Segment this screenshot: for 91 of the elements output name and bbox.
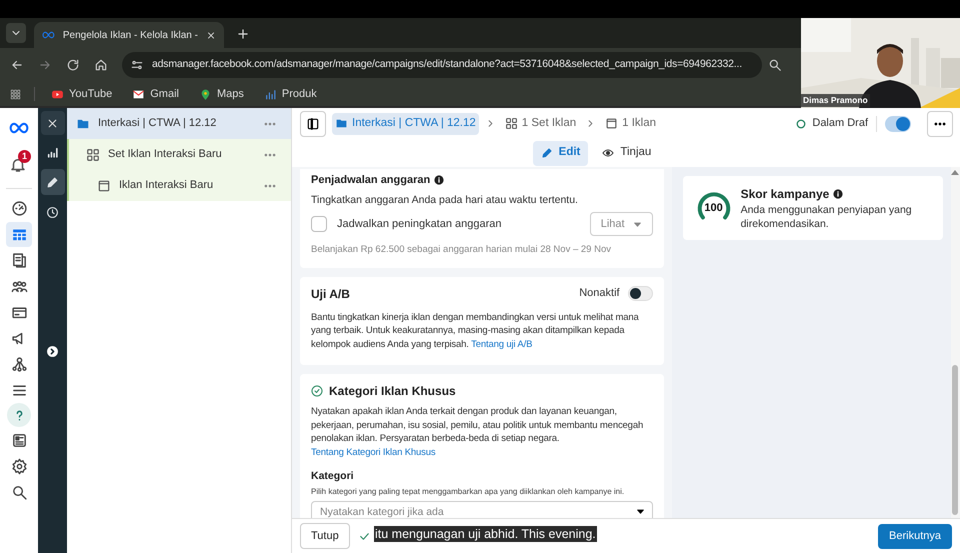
newspaper-icon [10, 432, 28, 448]
check-circle-icon [311, 385, 323, 397]
bar-chart-icon [46, 146, 59, 158]
sidebar-icon [306, 116, 320, 130]
document-icon [10, 252, 28, 268]
section-text: Bantu tingkatkan kinerja iklan dengan membandingkan versi untuk melihat mana yang terbaik. Untuk keakuratannya, masing-masing akan ditampilkan kepada kelompok audiens Anda yang terpisah. Tentang uji A/B [311, 310, 640, 351]
grid-icon [86, 148, 100, 162]
toggle-label: Nonaktif [579, 286, 620, 302]
breadcrumb-link[interactable]: 1 Set Iklan [502, 112, 580, 134]
tree-item[interactable]: Iklan Interaksi Baru [67, 170, 291, 201]
tree-item-label: Set Iklan Interaksi Baru [108, 147, 223, 162]
chevron-right-icon[interactable] [46, 345, 59, 358]
score-title: Skor kampanye [740, 186, 830, 203]
learn-more-link[interactable]: Tentang Kategori Iklan Khusus [311, 446, 436, 458]
close-icon[interactable] [206, 30, 216, 40]
status-label: Dalam Draf [796, 115, 868, 132]
grid-icon [504, 117, 518, 130]
clock-icon [46, 206, 59, 218]
checkbox-label: Jadwalkan peningkatan anggaran [337, 217, 503, 232]
settings-icon [10, 458, 28, 474]
tree-item[interactable]: Set Iklan Interaksi Baru [67, 139, 291, 170]
network-icon [10, 356, 28, 372]
category-dropdown[interactable]: Nyatakan kategori jika ada [311, 500, 653, 518]
pencil-button[interactable] [40, 169, 64, 195]
tab-title: Pengelola Iklan - Kelola Iklan - [62, 28, 198, 42]
zoom-icon[interactable] [768, 58, 782, 72]
bookmark-link[interactable]: Produk [260, 86, 321, 102]
apps-icon[interactable] [9, 88, 22, 100]
score-value: 100 [704, 200, 723, 216]
info-icon[interactable] [434, 175, 444, 186]
learn-more-link[interactable]: Tentang uji A/B [471, 338, 532, 350]
table-button[interactable] [6, 222, 32, 246]
score-description: Anda menggunakan penyiapan yang direkomendasikan. [740, 203, 913, 231]
subtitle-caption: itu mengunagan uji abhid. This evening. [374, 526, 597, 542]
pencil-icon [46, 176, 59, 188]
status-circle-icon [796, 118, 806, 128]
next-button[interactable]: Berikutnya [878, 524, 952, 548]
section-title: Penjadwalan anggaran [311, 173, 430, 188]
folder-icon [335, 117, 348, 130]
section-title: Kategori Iklan Khusus [329, 383, 456, 400]
help-button[interactable] [7, 403, 31, 427]
browser-tab[interactable]: Pengelola Iklan - Kelola Iklan - [34, 22, 224, 48]
field-label: Kategori [311, 469, 355, 484]
mail-icon [132, 88, 146, 100]
section-text: Nyatakan apakah iklan Anda terkait dengan produk dan layanan keuangan, pekerjaan, perumahan, isu sosial, pemilu, atau politik untuk membantu mencegah penolakan iklan. Persyaratan berbeda-beda di setiap negara. Tentang Kategori Iklan Khusus [311, 405, 644, 459]
toggle-switch[interactable] [628, 286, 653, 301]
address-field[interactable]: adsmanager.facebook.com/adsmanager/manage/campaigns/edit/standalone?act=53716048&selected_campaign_ids=694962332... [122, 52, 762, 78]
participant-name: Dimas Pramono [801, 94, 870, 107]
youtube-icon [51, 88, 64, 100]
back-icon[interactable] [10, 58, 24, 72]
caret-down-icon [636, 506, 645, 516]
bookmark-link[interactable]: YouTube [47, 86, 116, 102]
view-tab[interactable]: Tinjau [594, 140, 660, 166]
panel-toggle-button[interactable] [300, 110, 326, 136]
tab-list-button[interactable] [6, 23, 26, 43]
view-tab[interactable]: Edit [532, 140, 588, 166]
map-pin-icon [198, 88, 212, 100]
notification-badge: 1 [18, 150, 31, 163]
home-icon[interactable] [94, 58, 108, 72]
plus-icon[interactable] [236, 27, 250, 41]
section-title: Uji A/B [311, 286, 351, 302]
search-icon [10, 484, 28, 500]
reload-icon[interactable] [66, 58, 80, 72]
section-description: Tingkatkan anggaran Anda pada hari atau waktu tertentu. [311, 192, 579, 208]
breadcrumb-link[interactable]: Interkasi | CTWA | 12.12 [332, 112, 479, 134]
bar-chart-icon [264, 88, 277, 100]
close-button[interactable] [40, 111, 64, 135]
forward-icon[interactable] [38, 58, 52, 72]
eye-icon [602, 147, 614, 159]
breadcrumb-link[interactable]: 1 Iklan [602, 112, 660, 134]
field-hint: Pilih kategori yang paling tepat menggambarkan apa yang diiklankan oleh kampanye ini. [311, 486, 626, 498]
close-icon [46, 116, 59, 130]
more-button[interactable] [927, 110, 953, 136]
toggle-switch[interactable] [885, 116, 911, 132]
tree-item[interactable]: Interkasi | CTWA | 12.12 [67, 108, 291, 139]
bookmark-link[interactable]: Gmail [128, 86, 183, 102]
info-icon[interactable] [833, 189, 844, 199]
close-button[interactable]: Tutup [300, 523, 350, 549]
tree-item-label: Iklan Interaksi Baru [119, 178, 214, 194]
gauge-icon [10, 200, 28, 216]
window-icon [605, 117, 618, 130]
caret-down-icon [632, 220, 642, 229]
view-dropdown[interactable]: Lihat [590, 212, 653, 236]
checkbox[interactable] [311, 216, 327, 232]
window-icon [97, 178, 111, 192]
bookmark-link[interactable]: Maps [194, 86, 248, 102]
budget-note: Belanjakan Rp 62.500 sebagai anggaran harian mulai 28 Nov – 29 Nov [311, 243, 612, 258]
url-text: adsmanager.facebook.com/adsmanager/manage/campaigns/edit/standalone?act=53716048&selected_campaign_ids=694962332... [152, 57, 742, 72]
tree-item-label: Interkasi | CTWA | 12.12 [98, 116, 218, 132]
pencil-icon [540, 147, 553, 159]
site-settings-icon[interactable] [130, 58, 144, 72]
